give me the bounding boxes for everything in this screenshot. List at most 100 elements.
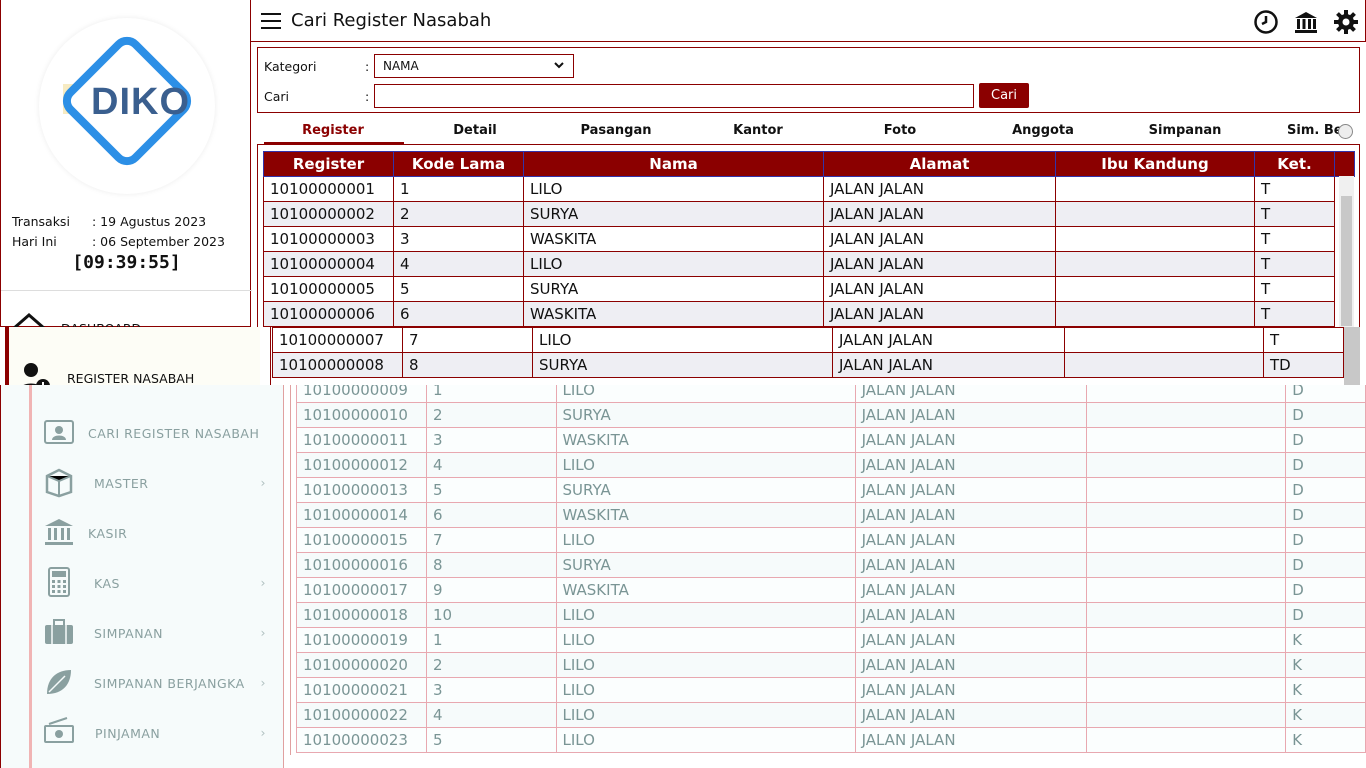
- table-cell: 8: [402, 352, 533, 378]
- table-cell: JALAN JALAN: [854, 602, 1088, 628]
- table-cell: LILO: [555, 652, 856, 678]
- calculator-icon: [48, 567, 70, 597]
- table-row[interactable]: 10100000017 9 WASKITA JALAN JALAN D: [296, 577, 1366, 603]
- table-cell: LILO: [523, 251, 824, 277]
- table-row[interactable]: 10100000018 10 LILO JALAN JALAN D: [296, 602, 1366, 628]
- table-row[interactable]: 10100000015 7 LILO JALAN JALAN D: [296, 527, 1366, 553]
- kategori-select[interactable]: NAMA: [374, 54, 574, 78]
- table-row[interactable]: 10100000013 5 SURYA JALAN JALAN D: [296, 477, 1366, 503]
- table-row[interactable]: 10100000022 4 LILO JALAN JALAN K: [296, 702, 1366, 728]
- table-cell: 10100000014: [296, 502, 427, 528]
- table-row[interactable]: 10100000003 3 WASKITA JALAN JALAN T: [263, 226, 1355, 252]
- table-row[interactable]: 10100000009 1 LILO JALAN JALAN D: [296, 385, 1366, 403]
- tab-kantor[interactable]: Kantor: [733, 123, 783, 138]
- sidebar-item-cari-register-nasabah[interactable]: CARI REGISTER NASABAH: [41, 413, 276, 453]
- search-input[interactable]: [374, 84, 974, 108]
- table-row[interactable]: 10100000023 5 LILO JALAN JALAN K: [296, 727, 1366, 753]
- chevron-right-icon: ›: [260, 675, 266, 690]
- sidebar-item-simpanan-berjangka[interactable]: SIMPANAN BERJANGKA ›: [41, 663, 276, 703]
- table-cell: 10100000006: [263, 301, 394, 327]
- table-row[interactable]: 10100000020 2 LILO JALAN JALAN K: [296, 652, 1366, 678]
- sidebar-item-kas[interactable]: KAS ›: [41, 563, 276, 603]
- sidebar-item-label: SIMPANAN BERJANGKA: [94, 676, 245, 691]
- table-cell: D: [1285, 477, 1366, 503]
- table-row[interactable]: 10100000002 2 SURYA JALAN JALAN T: [263, 201, 1355, 227]
- bank-icon[interactable]: [1293, 9, 1319, 35]
- column-header[interactable]: Ket.: [1254, 151, 1335, 177]
- table-cell: JALAN JALAN: [854, 677, 1088, 703]
- table-cell: 10100000009: [296, 385, 427, 403]
- tab-scroll-button[interactable]: [1338, 124, 1353, 139]
- table-row[interactable]: 10100000021 3 LILO JALAN JALAN K: [296, 677, 1366, 703]
- table-cell: 10100000019: [296, 627, 427, 653]
- table-cell: 7: [425, 527, 557, 553]
- table-cell: LILO: [555, 602, 856, 628]
- table-cell: 10100000022: [296, 702, 427, 728]
- sidebar-item-master[interactable]: MASTER ›: [41, 463, 276, 503]
- column-header[interactable]: Ibu Kandung: [1055, 151, 1255, 177]
- id-card-icon: [44, 420, 74, 444]
- tab-anggota[interactable]: Anggota: [1012, 123, 1074, 138]
- hamburger-menu-icon[interactable]: [261, 13, 281, 29]
- sidebar-item-register-nasabah[interactable]: REGISTER NASABAH: [5, 327, 260, 385]
- column-header[interactable]: Alamat: [823, 151, 1056, 177]
- table-row[interactable]: 10100000008 8 SURYA JALAN JALAN TD: [272, 352, 1344, 378]
- scrollbar-thumb[interactable]: [1344, 327, 1360, 385]
- column-header[interactable]: Kode Lama: [393, 151, 524, 177]
- table-row[interactable]: 10100000005 5 SURYA JALAN JALAN T: [263, 276, 1355, 302]
- table-row[interactable]: 10100000016 8 SURYA JALAN JALAN D: [296, 552, 1366, 578]
- table-cell: LILO: [555, 677, 856, 703]
- results-table-continued: 10100000007 7 LILO JALAN JALAN T 10100000008 8…: [272, 327, 1344, 378]
- tab-foto[interactable]: Foto: [884, 123, 916, 138]
- table-cell: 10100000023: [296, 727, 427, 753]
- gear-icon[interactable]: [1333, 9, 1359, 35]
- table-row[interactable]: 10100000007 7 LILO JALAN JALAN T: [272, 327, 1344, 353]
- cari-button[interactable]: Cari: [979, 83, 1029, 108]
- column-header[interactable]: Nama: [523, 151, 824, 177]
- table-scrollbar[interactable]: [1339, 176, 1354, 327]
- table-cell: JALAN JALAN: [823, 176, 1056, 202]
- column-header[interactable]: Register: [263, 151, 394, 177]
- results-table-faded: 10100000009 1 LILO JALAN JALAN D 10100000010 2…: [296, 385, 1366, 753]
- leaf-icon: [47, 670, 71, 694]
- table-row[interactable]: 10100000012 4 LILO JALAN JALAN D: [296, 452, 1366, 478]
- table-cell: K: [1285, 627, 1366, 653]
- table-row[interactable]: 10100000001 1 LILO JALAN JALAN T: [263, 176, 1355, 202]
- table-cell: JALAN JALAN: [854, 727, 1088, 753]
- table-cell: 10100000011: [296, 427, 427, 453]
- table-cell: TD: [1263, 352, 1344, 378]
- table-cell: JALAN JALAN: [854, 452, 1088, 478]
- sidebar-item-kasir[interactable]: KASIR: [41, 513, 276, 553]
- table-cell: T: [1254, 276, 1335, 302]
- table-cell: JALAN JALAN: [854, 402, 1088, 428]
- hari-ini-label: Hari Ini: [12, 234, 57, 249]
- sidebar-menu: CARI REGISTER NASABAH MASTER › KASIR KAS › SIM…: [0, 385, 284, 768]
- sidebar-item-pinjaman[interactable]: PINJAMAN ›: [41, 713, 276, 753]
- table-row[interactable]: 10100000006 6 WASKITA JALAN JALAN T: [263, 301, 1355, 327]
- table-row[interactable]: 10100000010 2 SURYA JALAN JALAN D: [296, 402, 1366, 428]
- table-cell: JALAN JALAN: [823, 251, 1056, 277]
- table-cell: [1055, 301, 1255, 327]
- tab-pasangan[interactable]: Pasangan: [580, 123, 651, 138]
- clock-icon[interactable]: [1253, 9, 1279, 35]
- tab-detail[interactable]: Detail: [453, 123, 497, 138]
- sidebar-item-simpanan[interactable]: SIMPANAN ›: [41, 613, 276, 653]
- table-cell: [1055, 251, 1255, 277]
- tab-simpanan[interactable]: Simpanan: [1149, 123, 1222, 138]
- table-cell: JALAN JALAN: [823, 276, 1056, 302]
- tab-register[interactable]: Register: [302, 123, 364, 138]
- table-cell: 10100000012: [296, 452, 427, 478]
- table-cell: 3: [425, 677, 557, 703]
- table-cell: 10100000020: [296, 652, 427, 678]
- table-cell: 10100000007: [272, 327, 403, 353]
- table-row[interactable]: 10100000004 4 LILO JALAN JALAN T: [263, 251, 1355, 277]
- table-cell: K: [1285, 702, 1366, 728]
- table-cell: JALAN JALAN: [823, 226, 1056, 252]
- bank-icon: [45, 519, 73, 545]
- table-row[interactable]: 10100000014 6 WASKITA JALAN JALAN D: [296, 502, 1366, 528]
- table-row[interactable]: 10100000011 3 WASKITA JALAN JALAN D: [296, 427, 1366, 453]
- hari-ini-row: Hari Ini: 06 September 2023: [12, 234, 225, 249]
- sidebar-item-label: KAS: [94, 576, 120, 591]
- logo-text: DIKO: [91, 81, 190, 123]
- table-row[interactable]: 10100000019 1 LILO JALAN JALAN K: [296, 627, 1366, 653]
